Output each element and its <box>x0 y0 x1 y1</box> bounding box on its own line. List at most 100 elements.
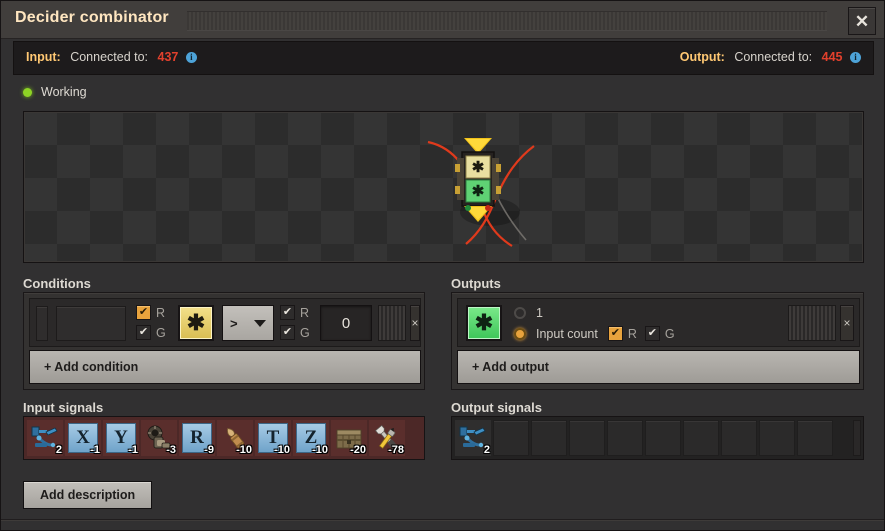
output-green-checkbox[interactable]: ✔ <box>645 326 660 341</box>
output-signals-scrollbar[interactable] <box>853 420 861 456</box>
condition-left-green-label: G <box>156 326 166 340</box>
input-signals-strip: 2X-1Y-1 -3R-9 -10T-10Z-10 <box>23 416 425 460</box>
output-option-input-count-radio[interactable] <box>514 328 526 340</box>
close-icon: ✕ <box>855 13 869 30</box>
output-option-one-label: 1 <box>536 306 543 320</box>
condition-drag-handle[interactable] <box>378 305 406 341</box>
signal-count: -1 <box>90 445 100 456</box>
signal-count: -10 <box>312 445 328 456</box>
signal-slot-filled[interactable]: X-1 <box>65 420 101 456</box>
conditions-heading: Conditions <box>23 276 91 291</box>
condition-right-red-row: ✔ R <box>280 305 313 320</box>
decider-combinator-window: Decider combinator ✕ Input: Connected to… <box>0 0 885 531</box>
output-connected-text: Connected to: <box>734 50 812 64</box>
signal-count: -20 <box>350 445 366 456</box>
input-signals-heading: Input signals <box>23 400 103 415</box>
status-row: Working <box>23 85 87 99</box>
add-output-button[interactable]: + Add output <box>457 350 860 384</box>
status-label: Working <box>41 85 87 99</box>
output-drag-handle[interactable] <box>788 305 836 341</box>
close-button[interactable]: ✕ <box>848 7 876 35</box>
condition-first-signal-slot[interactable] <box>36 306 48 341</box>
condition-row: ✔ R ✔ G ✱ > ✔ R ✔ G <box>29 298 421 347</box>
output-signal-button[interactable]: ✱ <box>466 305 502 341</box>
signal-slot-empty[interactable] <box>645 420 681 456</box>
signal-slot-empty[interactable] <box>531 420 567 456</box>
output-red-label: R <box>628 327 637 341</box>
window-title: Decider combinator <box>15 9 169 27</box>
signal-slot-filled[interactable]: -78 <box>369 420 405 456</box>
output-green-label: G <box>665 327 675 341</box>
condition-left-green-row: ✔ G <box>136 325 170 340</box>
output-info-icon[interactable]: i <box>850 52 861 63</box>
signal-count: -3 <box>166 445 176 456</box>
condition-right-red-checkbox[interactable]: ✔ <box>280 305 295 320</box>
bottom-divider <box>1 519 885 521</box>
condition-remove-button[interactable]: × <box>410 305 420 341</box>
conditions-panel: ✔ R ✔ G ✱ > ✔ R ✔ G <box>23 292 425 390</box>
signal-count: -78 <box>388 445 404 456</box>
signal-slot-filled[interactable]: -20 <box>331 420 367 456</box>
input-connection-group: Input: Connected to: 437 i <box>26 50 197 64</box>
output-option-one-row[interactable]: 1 <box>514 306 543 320</box>
condition-signal-button[interactable]: ✱ <box>178 305 214 341</box>
signal-slot-filled[interactable]: T-10 <box>255 420 291 456</box>
svg-text:✱: ✱ <box>472 159 485 176</box>
output-option-one-radio[interactable] <box>514 307 526 319</box>
condition-left-green-checkbox[interactable]: ✔ <box>136 325 151 340</box>
add-description-button[interactable]: Add description <box>23 481 152 509</box>
window-titlebar: Decider combinator ✕ <box>1 1 885 39</box>
condition-right-green-checkbox[interactable]: ✔ <box>280 325 295 340</box>
status-indicator-icon <box>23 88 32 97</box>
output-option-input-count-label: Input count <box>536 327 598 341</box>
signal-slot-empty[interactable] <box>797 420 833 456</box>
condition-left-red-label: R <box>156 306 165 320</box>
output-connection-group: Output: Connected to: 445 i <box>680 50 861 64</box>
condition-right-green-label: G <box>300 326 310 340</box>
signal-count: 2 <box>56 445 62 456</box>
output-red-checkbox[interactable]: ✔ <box>608 326 623 341</box>
signal-slot-filled[interactable]: 2 <box>455 420 491 456</box>
condition-left-red-checkbox[interactable]: ✔ <box>136 305 151 320</box>
signal-slot-empty[interactable] <box>759 420 795 456</box>
output-remove-button[interactable]: × <box>840 305 854 341</box>
signal-slot-empty[interactable] <box>569 420 605 456</box>
input-connected-text: Connected to: <box>70 50 148 64</box>
signal-count: -1 <box>128 445 138 456</box>
add-condition-label: + Add condition <box>44 360 138 374</box>
signal-count: 2 <box>484 445 490 456</box>
output-connection-count: 445 <box>822 50 843 64</box>
outputs-heading: Outputs <box>451 276 501 291</box>
signal-count: -9 <box>204 445 214 456</box>
comparator-dropdown[interactable]: > <box>222 305 274 341</box>
outputs-panel: ✱ 1 Input count ✔ R ✔ G × <box>451 292 864 390</box>
condition-constant-value: 0 <box>342 315 350 332</box>
output-remove-icon: × <box>843 316 850 330</box>
output-row: ✱ 1 Input count ✔ R ✔ G × <box>457 298 860 347</box>
signal-slot-filled[interactable]: 2 <box>27 420 63 456</box>
add-description-label: Add description <box>40 488 135 502</box>
signal-slot-empty[interactable] <box>721 420 757 456</box>
signal-slot-filled[interactable]: Y-1 <box>103 420 139 456</box>
output-option-input-count-row[interactable]: Input count ✔ R ✔ G <box>514 326 679 341</box>
window-drag-handle[interactable] <box>187 11 827 31</box>
asterisk-icon: ✱ <box>187 310 205 336</box>
asterisk-icon: ✱ <box>475 310 493 336</box>
condition-constant-input[interactable]: 0 <box>320 305 372 341</box>
output-signals-heading: Output signals <box>451 400 542 415</box>
signal-slot-filled[interactable]: R-9 <box>179 420 215 456</box>
input-connection-count: 437 <box>158 50 179 64</box>
condition-left-signal-slot[interactable] <box>56 306 126 341</box>
signal-slot-empty[interactable] <box>683 420 719 456</box>
connection-bar: Input: Connected to: 437 i Output: Conne… <box>13 41 874 75</box>
add-condition-button[interactable]: + Add condition <box>29 350 421 384</box>
signal-slot-filled[interactable]: -10 <box>217 420 253 456</box>
signal-slot-empty[interactable] <box>607 420 643 456</box>
signal-slot-empty[interactable] <box>493 420 529 456</box>
entity-preview[interactable]: ✱ ✱ <box>23 111 864 263</box>
signal-slot-filled[interactable]: Z-10 <box>293 420 329 456</box>
input-info-icon[interactable]: i <box>186 52 197 63</box>
input-label: Input: <box>26 50 61 64</box>
signal-count: -10 <box>274 445 290 456</box>
signal-slot-filled[interactable]: -3 <box>141 420 177 456</box>
